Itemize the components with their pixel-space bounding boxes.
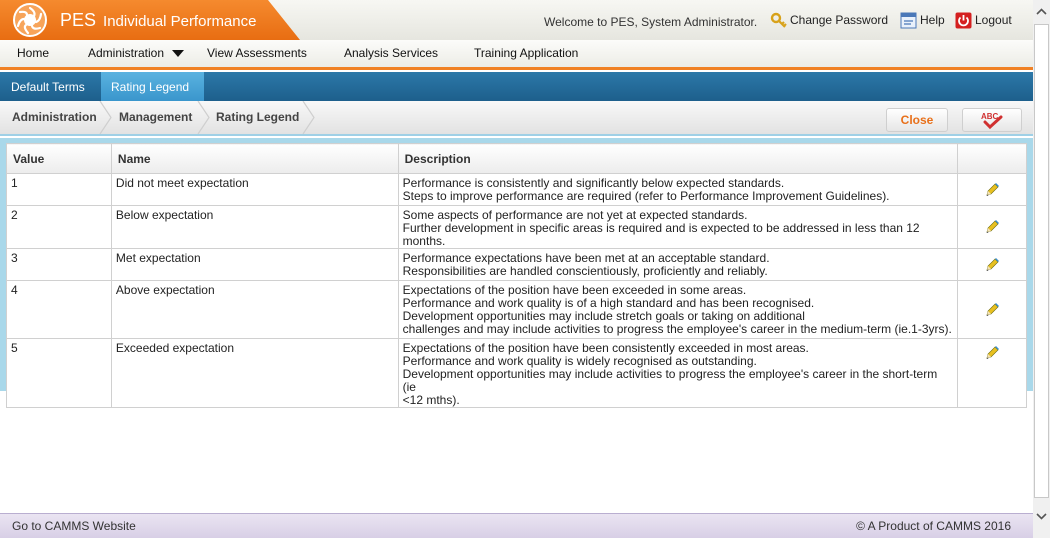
cell-actions [957,338,1027,408]
cell-description: Expectations of the position have been c… [397,338,959,408]
main-nav: Home Administration View Assessments Ana… [0,40,1033,70]
table-header-row: Value Name Description [6,143,1027,174]
brand-banner: PES Individual Performance [0,0,300,40]
description-line: Steps to improve performance are require… [402,189,890,203]
cell-value: 1 [6,173,112,206]
cell-description: Expectations of the position have been e… [397,280,959,339]
nav-home[interactable]: Home [17,40,49,67]
breadcrumb-item-management[interactable]: Management [119,101,192,134]
power-icon [955,12,972,28]
column-header-name[interactable]: Name [110,143,399,174]
column-header-description[interactable]: Description [397,143,959,174]
nav-training-application[interactable]: Training Application [474,40,578,67]
app-footer: Go to CAMMS Website © A Product of CAMMS… [0,513,1033,538]
table-row: 5 Exceeded expectation Expectations of t… [6,338,1027,408]
cell-actions [957,248,1027,281]
key-icon [770,12,787,28]
pencil-icon[interactable] [984,257,1000,273]
description-line: Development opportunities may include ac… [402,367,938,394]
chevron-down-icon[interactable] [1035,510,1048,522]
cell-value: 4 [6,280,112,339]
cell-name: Below expectation [110,205,399,249]
tab-bar: Default Terms Rating Legend [0,72,1033,101]
scrollbar-thumb[interactable] [1034,24,1049,498]
description-line: Responsibilities are handled conscientio… [402,264,768,278]
spellcheck-icon: ABC [981,112,1003,130]
description-line: challenges and may include activities to… [402,322,952,336]
breadcrumb-separator-icon [302,101,315,134]
nav-analysis-services[interactable]: Analysis Services [344,40,438,67]
rating-legend-panel: Value Name Description 1 Did not meet ex… [0,138,1033,408]
table-row: 2 Below expectation Some aspects of perf… [6,205,1027,249]
camms-website-link[interactable]: Go to CAMMS Website [12,519,136,533]
nav-view-assessments[interactable]: View Assessments [207,40,307,67]
help-link[interactable]: Help [900,10,945,30]
spellcheck-button[interactable]: ABC [962,108,1022,132]
change-password-link[interactable]: Change Password [770,10,888,30]
app-title-main: PES [60,10,97,30]
cell-actions [957,280,1027,339]
table-row: 3 Met expectation Performance expectatio… [6,248,1027,281]
cell-description: Performance expectations have been met a… [397,248,959,281]
logout-label: Logout [975,13,1012,27]
chevron-down-icon [172,50,185,58]
chevron-up-icon[interactable] [1035,6,1048,18]
cell-value: 3 [6,248,112,281]
breadcrumb: Administration Management Rating Legend … [0,101,1033,136]
tab-rating-legend[interactable]: Rating Legend [101,72,204,101]
cell-description: Some aspects of performance are not yet … [397,205,959,249]
cell-name: Met expectation [110,248,399,281]
nav-administration[interactable]: Administration [88,40,185,67]
sun-logo-icon [13,3,47,37]
change-password-label: Change Password [790,13,889,27]
breadcrumb-separator-icon [197,101,210,134]
column-header-actions [957,143,1027,174]
app-title: PES Individual Performance [60,10,256,31]
close-button[interactable]: Close [886,108,948,132]
cell-actions [957,173,1027,206]
copyright-text: © A Product of CAMMS 2016 [856,519,1011,533]
help-label: Help [920,13,945,27]
cell-actions [957,205,1027,249]
pencil-icon[interactable] [984,345,1000,361]
pencil-icon[interactable] [984,182,1000,198]
pencil-icon[interactable] [984,219,1000,235]
vertical-scrollbar[interactable] [1033,0,1050,538]
breadcrumb-item-rating-legend: Rating Legend [216,110,300,124]
table-row: 4 Above expectation Expectations of the … [6,280,1027,339]
column-header-value[interactable]: Value [6,143,112,174]
cell-value: 5 [6,338,112,408]
pencil-icon[interactable] [984,302,1000,318]
cell-description: Performance is consistently and signific… [397,173,959,206]
page: PES Individual Performance Welcome to PE… [0,0,1033,538]
cell-name: Exceeded expectation [110,338,399,408]
nav-administration-label: Administration [88,46,165,60]
cell-name: Did not meet expectation [110,173,399,206]
description-line: Further development in specific areas is… [402,221,920,248]
welcome-message: Welcome to PES, System Administrator. [544,15,758,29]
rating-legend-table: Value Name Description 1 Did not meet ex… [6,143,1027,408]
breadcrumb-separator-icon [99,101,112,134]
logout-link[interactable]: Logout [955,10,1012,30]
cell-name: Above expectation [110,280,399,339]
app-header: PES Individual Performance Welcome to PE… [0,0,1033,40]
table-row: 1 Did not meet expectation Performance i… [6,173,1027,206]
app-title-sub: Individual Performance [103,13,257,30]
help-icon [900,12,917,28]
description-line: <12 mths). [402,393,460,407]
tab-default-terms[interactable]: Default Terms [1,72,95,101]
cell-value: 2 [6,205,112,249]
breadcrumb-item-administration[interactable]: Administration [12,101,97,134]
